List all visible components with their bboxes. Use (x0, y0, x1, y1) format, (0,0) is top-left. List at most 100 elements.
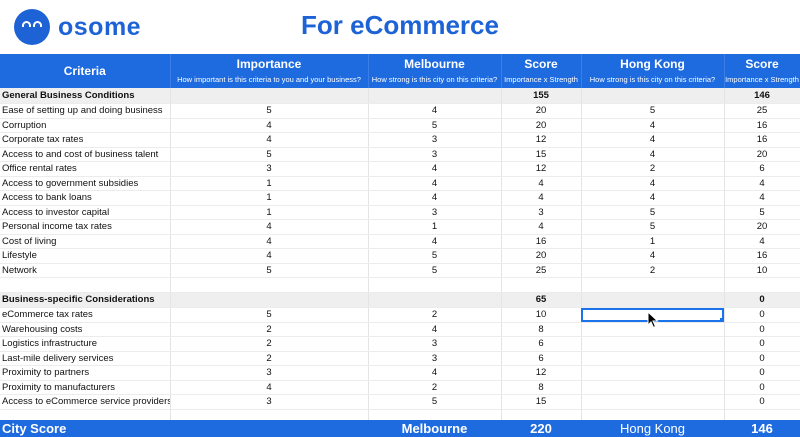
section-total-hongkong[interactable]: 146 (724, 88, 800, 104)
header-score-hongkong[interactable]: Score Importance x Strength (724, 54, 800, 88)
header-score-melbourne[interactable]: Score Importance x Strength (501, 54, 582, 88)
importance-cell[interactable]: 2 (170, 351, 369, 366)
hongkong-cell[interactable]: 4 (581, 118, 725, 133)
criteria-cell[interactable]: Corruption (0, 118, 171, 133)
hongkong-cell[interactable] (581, 394, 725, 410)
melbourne-score-cell[interactable]: 6 (501, 351, 582, 366)
importance-cell[interactable]: 5 (170, 147, 369, 162)
criteria-cell[interactable]: Access to investor capital (0, 205, 171, 220)
hongkong-cell[interactable]: 4 (581, 248, 725, 264)
criteria-cell[interactable]: Access to government subsidies (0, 176, 171, 191)
criteria-cell[interactable]: Lifestyle (0, 248, 171, 264)
melbourne-cell[interactable]: 2 (368, 307, 502, 323)
importance-cell[interactable]: 5 (170, 263, 369, 278)
header-criteria[interactable]: Criteria (0, 54, 171, 88)
hongkong-cell[interactable]: 2 (581, 263, 725, 278)
importance-cell[interactable]: 3 (170, 365, 369, 381)
empty-cell[interactable] (724, 277, 800, 293)
criteria-cell[interactable]: Access to eCommerce service providers (0, 394, 171, 410)
criteria-cell[interactable]: Access to bank loans (0, 190, 171, 206)
criteria-cell[interactable]: Office rental rates (0, 161, 171, 177)
importance-cell[interactable]: 1 (170, 205, 369, 220)
melbourne-score-cell[interactable]: 6 (501, 336, 582, 352)
importance-cell[interactable]: 2 (170, 322, 369, 337)
importance-cell[interactable]: 4 (170, 248, 369, 264)
hongkong-score-cell[interactable]: 4 (724, 190, 800, 206)
importance-cell[interactable]: 2 (170, 336, 369, 352)
melbourne-cell[interactable]: 3 (368, 351, 502, 366)
melbourne-score-cell[interactable]: 4 (501, 176, 582, 191)
empty-cell[interactable] (368, 277, 502, 293)
melbourne-cell[interactable]: 3 (368, 132, 502, 148)
hongkong-cell[interactable] (581, 365, 725, 381)
hongkong-score-cell[interactable]: 20 (724, 147, 800, 162)
melbourne-cell[interactable]: 4 (368, 161, 502, 177)
melbourne-score-cell[interactable]: 25 (501, 263, 582, 278)
melbourne-score-cell[interactable]: 15 (501, 394, 582, 410)
melbourne-cell[interactable]: 4 (368, 234, 502, 249)
hongkong-score-cell[interactable]: 6 (724, 161, 800, 177)
criteria-cell[interactable]: Last-mile delivery services (0, 351, 171, 366)
importance-cell[interactable]: 3 (170, 394, 369, 410)
melbourne-cell[interactable]: 4 (368, 322, 502, 337)
header-importance[interactable]: Importance How important is this criteri… (170, 54, 369, 88)
cell[interactable] (581, 88, 725, 104)
hongkong-cell[interactable] (581, 336, 725, 352)
header-hongkong[interactable]: Hong Kong How strong is this city on thi… (581, 54, 725, 88)
section-total-hongkong[interactable]: 0 (724, 292, 800, 308)
empty-cell[interactable] (170, 277, 369, 293)
hongkong-cell[interactable]: 5 (581, 205, 725, 220)
importance-cell[interactable]: 4 (170, 219, 369, 235)
hongkong-score-cell[interactable]: 0 (724, 336, 800, 352)
criteria-cell[interactable]: Warehousing costs (0, 322, 171, 337)
hongkong-cell[interactable]: 1 (581, 234, 725, 249)
melbourne-score-cell[interactable]: 20 (501, 103, 582, 119)
melbourne-cell[interactable]: 4 (368, 176, 502, 191)
melbourne-score-cell[interactable]: 12 (501, 161, 582, 177)
criteria-cell[interactable]: Logistics infrastructure (0, 336, 171, 352)
melbourne-score-cell[interactable]: 8 (501, 322, 582, 337)
hongkong-score-cell[interactable]: 4 (724, 234, 800, 249)
melbourne-cell[interactable]: 5 (368, 394, 502, 410)
criteria-cell[interactable]: Network (0, 263, 171, 278)
hongkong-cell[interactable]: 2 (581, 161, 725, 177)
melbourne-score-cell[interactable]: 12 (501, 132, 582, 148)
hongkong-cell[interactable]: 5 (581, 103, 725, 119)
melbourne-cell[interactable]: 1 (368, 219, 502, 235)
criteria-cell[interactable]: Ease of setting up and doing business (0, 103, 171, 119)
importance-cell[interactable]: 1 (170, 176, 369, 191)
melbourne-score-cell[interactable]: 4 (501, 219, 582, 235)
hongkong-score-cell[interactable]: 10 (724, 263, 800, 278)
hongkong-cell[interactable]: 5 (581, 219, 725, 235)
melbourne-cell[interactable]: 3 (368, 205, 502, 220)
importance-cell[interactable]: 4 (170, 132, 369, 148)
importance-cell[interactable]: 3 (170, 161, 369, 177)
melbourne-cell[interactable]: 5 (368, 263, 502, 278)
melbourne-score-cell[interactable]: 20 (501, 118, 582, 133)
hongkong-score-cell[interactable]: 4 (724, 176, 800, 191)
section-label[interactable]: Business-specific Considerations (0, 292, 171, 308)
criteria-cell[interactable]: eCommerce tax rates (0, 307, 171, 323)
hongkong-cell[interactable]: 4 (581, 147, 725, 162)
section-total-melbourne[interactable]: 155 (501, 88, 582, 104)
hongkong-score-cell[interactable]: 0 (724, 307, 800, 323)
melbourne-score-cell[interactable]: 12 (501, 365, 582, 381)
melbourne-cell[interactable]: 4 (368, 190, 502, 206)
melbourne-score-cell[interactable]: 10 (501, 307, 582, 323)
criteria-cell[interactable]: Corporate tax rates (0, 132, 171, 148)
hongkong-cell[interactable]: 4 (581, 132, 725, 148)
importance-cell[interactable]: 5 (170, 103, 369, 119)
melbourne-score-cell[interactable]: 3 (501, 205, 582, 220)
hongkong-score-cell[interactable]: 16 (724, 248, 800, 264)
melbourne-score-cell[interactable]: 8 (501, 380, 582, 395)
hongkong-score-cell[interactable]: 0 (724, 394, 800, 410)
hongkong-score-cell[interactable]: 25 (724, 103, 800, 119)
melbourne-score-cell[interactable]: 20 (501, 248, 582, 264)
importance-cell[interactable]: 4 (170, 118, 369, 133)
cell[interactable] (170, 88, 369, 104)
criteria-cell[interactable]: Proximity to manufacturers (0, 380, 171, 395)
hongkong-score-cell[interactable]: 5 (724, 205, 800, 220)
melbourne-score-cell[interactable]: 15 (501, 147, 582, 162)
criteria-cell[interactable]: Personal income tax rates (0, 219, 171, 235)
cell[interactable] (368, 88, 502, 104)
